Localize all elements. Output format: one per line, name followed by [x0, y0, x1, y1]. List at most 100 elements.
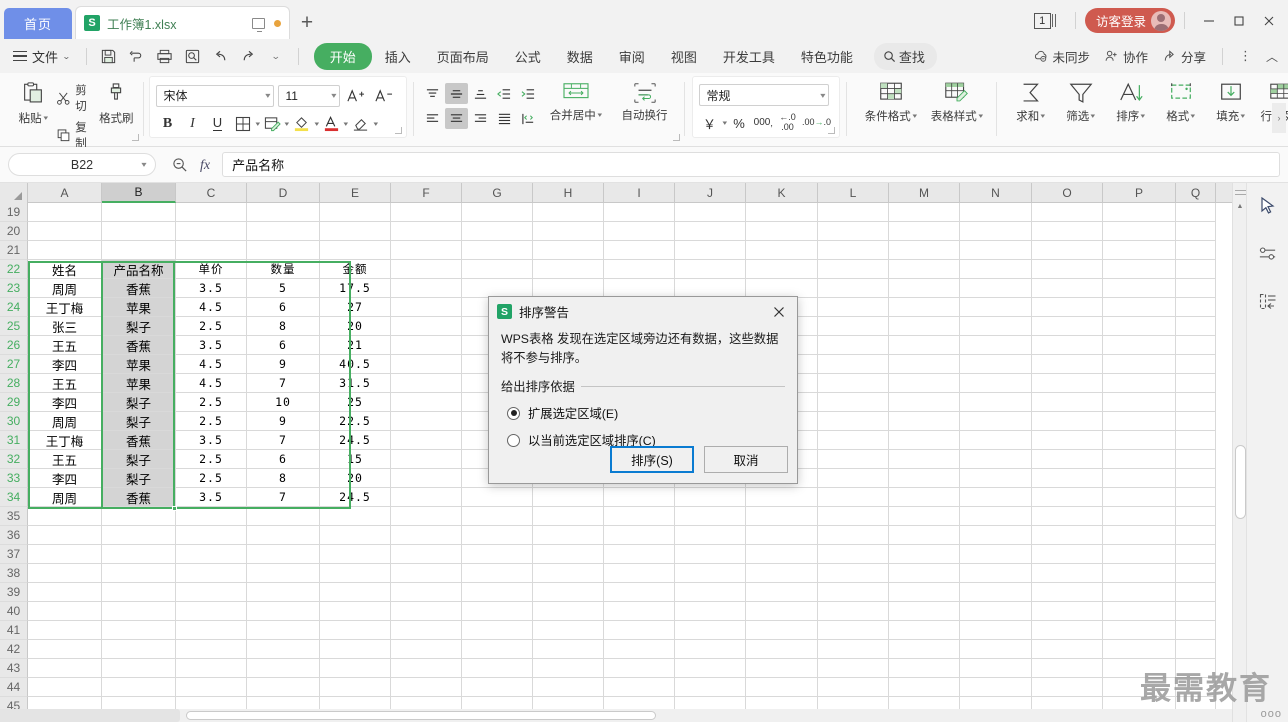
cell-O30[interactable] — [1032, 412, 1103, 431]
cell-I38[interactable] — [604, 564, 675, 583]
cell-L22[interactable] — [818, 260, 889, 279]
cell-D44[interactable] — [247, 678, 320, 697]
tab-data[interactable]: 数据 — [554, 43, 606, 70]
file-menu-button[interactable]: 文件 ⌄ — [6, 44, 77, 69]
status-more-icon[interactable]: ooo — [1261, 708, 1282, 720]
column-header-P[interactable]: P — [1103, 183, 1176, 203]
cell-N35[interactable] — [960, 507, 1032, 526]
table-row[interactable]: 20 — [0, 222, 1216, 241]
cell-E40[interactable] — [320, 602, 391, 621]
cell-C23[interactable]: 3.5 — [176, 279, 247, 298]
cell-E23[interactable]: 17.5 — [320, 279, 391, 298]
cell-L41[interactable] — [818, 621, 889, 640]
column-header-O[interactable]: O — [1032, 183, 1103, 203]
borders-caret-icon[interactable]: ▾ — [255, 120, 260, 128]
cell-J19[interactable] — [675, 203, 746, 222]
name-box[interactable]: B22 ▾ — [8, 153, 156, 176]
column-header-I[interactable]: I — [604, 183, 675, 203]
cell-H39[interactable] — [533, 583, 604, 602]
font-dialog-launcher[interactable] — [394, 127, 402, 134]
row-header-32[interactable]: 32 — [0, 450, 28, 469]
cell-A19[interactable] — [28, 203, 102, 222]
cell-D36[interactable] — [247, 526, 320, 545]
cell-L27[interactable] — [818, 355, 889, 374]
cell-F40[interactable] — [391, 602, 462, 621]
row-header-33[interactable]: 33 — [0, 469, 28, 488]
cell-O35[interactable] — [1032, 507, 1103, 526]
row-header-31[interactable]: 31 — [0, 431, 28, 450]
cell-B20[interactable] — [102, 222, 176, 241]
cell-M21[interactable] — [889, 241, 960, 260]
cell-C43[interactable] — [176, 659, 247, 678]
dialog-close-button[interactable] — [765, 299, 793, 324]
cell-J36[interactable] — [675, 526, 746, 545]
cell-E38[interactable] — [320, 564, 391, 583]
cell-O20[interactable] — [1032, 222, 1103, 241]
cell-C26[interactable]: 3.5 — [176, 336, 247, 355]
cell-A25[interactable]: 张三 — [28, 317, 102, 336]
cell-H22[interactable] — [533, 260, 604, 279]
table-row[interactable]: 39 — [0, 583, 1216, 602]
fill-handle[interactable] — [172, 506, 177, 511]
currency-button[interactable]: ￥ — [699, 112, 721, 134]
cell-P26[interactable] — [1103, 336, 1176, 355]
cell-P32[interactable] — [1103, 450, 1176, 469]
cell-O31[interactable] — [1032, 431, 1103, 450]
increase-indent-button[interactable] — [517, 83, 540, 104]
cell-E26[interactable]: 21 — [320, 336, 391, 355]
cell-M44[interactable] — [889, 678, 960, 697]
cell-E30[interactable]: 22.5 — [320, 412, 391, 431]
increase-decimal-button[interactable]: ←.0.00 — [777, 112, 799, 134]
column-header-L[interactable]: L — [818, 183, 889, 203]
cell-I35[interactable] — [604, 507, 675, 526]
cell-D34[interactable]: 7 — [247, 488, 320, 507]
cell-B44[interactable] — [102, 678, 176, 697]
cell-B31[interactable]: 香蕉 — [102, 431, 176, 450]
cell-N32[interactable] — [960, 450, 1032, 469]
cell-L29[interactable] — [818, 393, 889, 412]
vertical-scroll-thumb[interactable] — [1235, 445, 1246, 519]
cell-M31[interactable] — [889, 431, 960, 450]
cell-E33[interactable]: 20 — [320, 469, 391, 488]
row-header-20[interactable]: 20 — [0, 222, 28, 241]
cell-H21[interactable] — [533, 241, 604, 260]
cell-P21[interactable] — [1103, 241, 1176, 260]
row-header-27[interactable]: 27 — [0, 355, 28, 374]
cell-B41[interactable] — [102, 621, 176, 640]
cell-P25[interactable] — [1103, 317, 1176, 336]
row-header-24[interactable]: 24 — [0, 298, 28, 317]
cell-F33[interactable] — [391, 469, 462, 488]
align-right-button[interactable] — [469, 108, 492, 129]
cell-B27[interactable]: 苹果 — [102, 355, 176, 374]
cell-P27[interactable] — [1103, 355, 1176, 374]
sync-status-button[interactable]: 未同步 — [1033, 47, 1090, 66]
cell-A34[interactable]: 周周 — [28, 488, 102, 507]
cell-P39[interactable] — [1103, 583, 1176, 602]
cell-G43[interactable] — [462, 659, 533, 678]
cell-O25[interactable] — [1032, 317, 1103, 336]
column-header-J[interactable]: J — [675, 183, 746, 203]
cell-F19[interactable] — [391, 203, 462, 222]
cell-B21[interactable] — [102, 241, 176, 260]
cell-E22[interactable]: 金额 — [320, 260, 391, 279]
cell-G39[interactable] — [462, 583, 533, 602]
font-color-button[interactable] — [319, 112, 343, 135]
cell-I21[interactable] — [604, 241, 675, 260]
cell-K21[interactable] — [746, 241, 818, 260]
cell-F24[interactable] — [391, 298, 462, 317]
cell-D40[interactable] — [247, 602, 320, 621]
cell-Q27[interactable] — [1176, 355, 1216, 374]
underline-button[interactable]: U — [206, 112, 230, 135]
maximize-button[interactable] — [1224, 9, 1254, 33]
cell-D39[interactable] — [247, 583, 320, 602]
column-header-B[interactable]: B — [102, 183, 176, 203]
cell-F39[interactable] — [391, 583, 462, 602]
table-row[interactable]: 34 周周 香蕉 3.5 7 24.5 — [0, 488, 1216, 507]
cell-F34[interactable] — [391, 488, 462, 507]
cell-L24[interactable] — [818, 298, 889, 317]
cell-Q23[interactable] — [1176, 279, 1216, 298]
cell-N40[interactable] — [960, 602, 1032, 621]
borders-button[interactable] — [231, 112, 255, 135]
clear-format-caret-icon[interactable]: ▾ — [373, 120, 378, 128]
cell-Q29[interactable] — [1176, 393, 1216, 412]
